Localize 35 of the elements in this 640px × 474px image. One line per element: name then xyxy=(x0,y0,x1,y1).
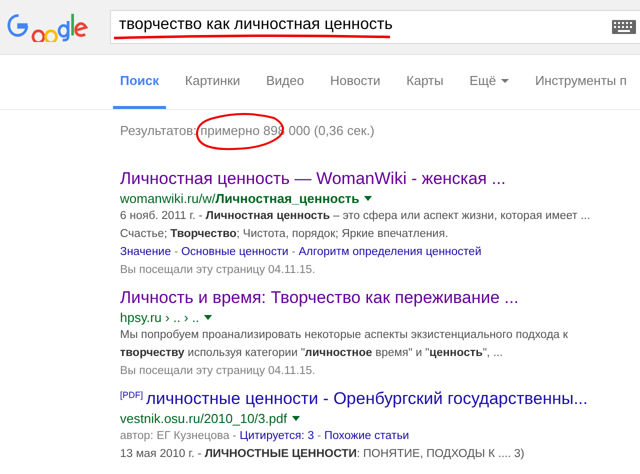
keyboard-icon[interactable] xyxy=(612,20,636,34)
more-menu-tab[interactable]: Ещё xyxy=(462,55,516,109)
result-title-link[interactable]: личностные ценности - Оренбургский государственны... xyxy=(146,389,588,409)
caret-icon xyxy=(501,79,510,83)
search-tab[interactable]: Поиск xyxy=(113,55,166,109)
meta-text: - xyxy=(316,430,322,442)
result-link[interactable]: Цитируется: 3 xyxy=(240,430,314,442)
dropdown-arrow-icon[interactable] xyxy=(292,416,300,420)
dropdown-arrow-icon[interactable] xyxy=(364,196,372,200)
result-snippet: 6 нояб. 2011 г. - Личностная ценность – это сфера или аспект жизни, которая имеет ... Счастье; Творчество; Чистота, порядок; Яркие впечатления. xyxy=(120,209,592,242)
search-tab[interactable]: Инструменты п xyxy=(528,55,634,109)
file-type-label: [PDF] xyxy=(120,390,144,400)
search-tab[interactable]: Картинки xyxy=(178,55,248,109)
meta-text: автор: ЕГ Кузнецова - xyxy=(120,430,238,442)
visited-note: Вы посещали эту страницу 04.11.15. xyxy=(120,263,316,278)
result-link[interactable]: Основные ценности xyxy=(181,246,288,258)
result-url: womanwiki.ru/w/Личностная_ценность xyxy=(120,190,360,206)
visited-note: Вы посещали эту страницу 04.11.15. xyxy=(120,364,316,379)
result-title-link[interactable]: Личностная ценность — WomanWiki - женская ... xyxy=(120,169,506,189)
meta-text: - xyxy=(173,246,180,258)
result-title-link[interactable]: Личность и время: Творчество как переживание ... xyxy=(120,288,519,308)
result-snippet: Мы попробуем проанализировать некоторые аспекты экзистенциального подхода к творчеству используя категории "личностное время" и "ценность", ... xyxy=(120,328,569,361)
search-tab[interactable]: Видео xyxy=(259,55,312,109)
search-tab[interactable]: Карты xyxy=(399,55,450,109)
result-link[interactable]: Похожие статьи xyxy=(324,430,410,442)
dropdown-arrow-icon[interactable] xyxy=(204,314,212,320)
result-snippet: 13 мая 2010 г. - ЛИЧНОСТНЫЕ ЦЕННОСТИ: ПОНЯТИЕ, ПОДХОДЫ К .... 3) xyxy=(120,447,526,462)
result-link[interactable]: Алгоритм определения ценностей xyxy=(298,246,482,258)
meta-text: - xyxy=(290,246,296,258)
result-url: vestnik.osu.ru/2010_10/3.pdf xyxy=(120,410,287,426)
search-field[interactable]: творчество как личностная ценность xyxy=(110,10,640,44)
result-url: hpsy.ru › .. › .. xyxy=(120,310,200,324)
result-link[interactable]: Значение xyxy=(120,246,171,258)
google-logo[interactable] xyxy=(6,12,90,42)
search-tab[interactable]: Новости xyxy=(323,55,388,109)
